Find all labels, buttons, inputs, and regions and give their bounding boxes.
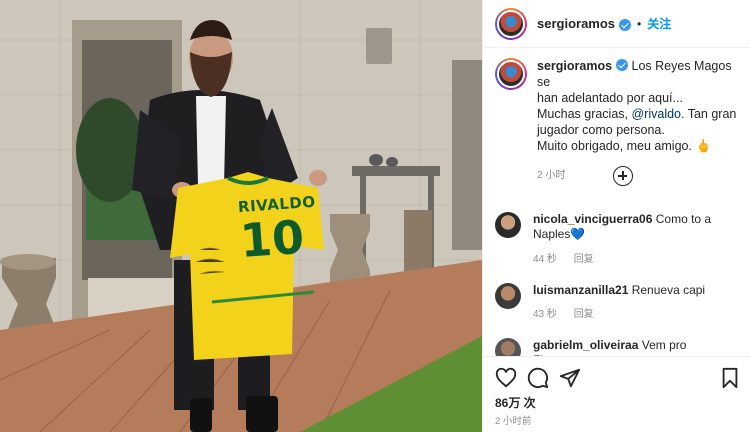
comment-username[interactable]: nicola_vinciguerra06 [533,212,652,226]
caption-text: Muchas gracias, [537,107,632,121]
like-count[interactable]: 86万 次 [495,394,536,411]
add-comment-icon[interactable] [613,166,633,186]
mention-link[interactable]: @rivaldo [631,107,681,121]
comment-age: 44 秒 [533,254,557,265]
comment-item: luismanzanilla21 Renueva capi 43 秒 回复 [495,283,741,322]
caption-username[interactable]: sergioramos [537,59,612,73]
comment-text: Naples [533,227,571,241]
post-actions: 86万 次 2 小时前 [483,356,750,432]
reply-button[interactable]: 回复 [574,254,594,265]
caption-text: han adelantado por aquí... [537,91,683,105]
comment-item: nicola_vinciguerra06 Como to a Naples💙 4… [495,212,741,267]
post-side-panel: sergioramos • 关注 sergioramos Los Reyes M… [482,0,750,432]
comment-age: 43 秒 [533,309,557,320]
author-avatar[interactable] [495,7,527,40]
follow-button[interactable]: 关注 [647,15,671,32]
post-header: sergioramos • 关注 [483,0,750,48]
caption-emoji: 🖕 [695,139,712,153]
caption-text: . Tan gran [681,107,737,121]
comment-text: Como to a [655,212,712,226]
caption-text: Muito obrigado, meu amigo. [537,139,692,153]
caption-text: jugador como persona. [537,123,665,137]
separator-dot: • [637,16,642,31]
instagram-post-view: RIVALDO 10 sergioramos • 关注 sergioramos … [0,0,750,432]
comment-username[interactable]: gabrielm_oliveiraa [533,338,638,352]
verified-badge-icon [616,59,629,71]
post-photo: RIVALDO 10 [0,0,482,432]
post-timestamp: 2 小时前 [495,416,532,427]
comment-avatar[interactable] [495,212,521,238]
reply-button[interactable]: 回复 [574,309,594,320]
comment-icon[interactable] [527,367,549,389]
post-caption: sergioramos Los Reyes Magos se han adela… [483,48,750,184]
caption-time: 2 小时 [537,170,566,181]
caption-avatar[interactable] [495,58,527,90]
share-icon[interactable] [559,367,581,389]
heart-icon[interactable] [495,367,517,389]
bookmark-icon[interactable] [719,367,741,389]
author-username[interactable]: sergioramos [537,16,615,31]
blue-heart-emoji: 💙 [570,227,586,241]
comment-text: Renueva capi [631,283,706,297]
verified-badge-icon [619,18,632,31]
comment-avatar[interactable] [495,283,521,309]
comment-username[interactable]: luismanzanilla21 [533,283,628,297]
jersey-number-text: 10 [238,209,306,269]
